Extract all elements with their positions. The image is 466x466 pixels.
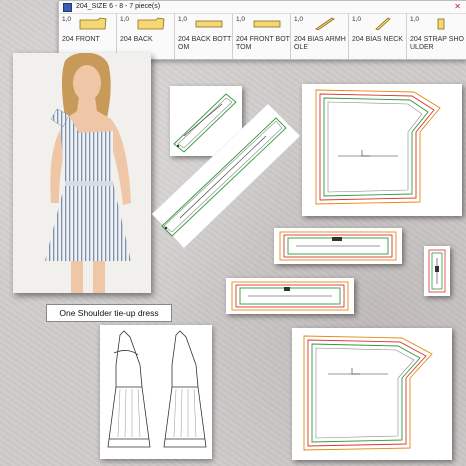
piece-cell-front-bottom[interactable]: 1,0 204 FRONT BOT TOM: [233, 14, 291, 59]
app-icon: [63, 2, 72, 12]
dress-caption: One Shoulder tie-up dress: [46, 304, 172, 322]
window-title-bar: 204_SIZE 6 - 8 - 7 piece(s) ✕: [59, 1, 466, 14]
piece-qty: 1,0: [236, 16, 246, 23]
piece-qty: 1,0: [410, 16, 420, 23]
piece-name: 204 BIAS NECK: [352, 36, 403, 43]
technical-flat-sketch: [100, 325, 212, 459]
piece-qty: 1,0: [120, 16, 130, 23]
piece-cell-back-bottom[interactable]: 1,0 204 BACK BOTT OM: [175, 14, 233, 59]
back-bottom-pattern-card: [274, 228, 402, 264]
piece-name: 204 BACK: [120, 36, 153, 43]
piece-qty: 1,0: [352, 16, 362, 23]
dress-flats: [107, 330, 207, 448]
piece-qty: 1,0: [62, 16, 72, 23]
piece-name: 204 FRONT BOT TOM: [236, 36, 290, 51]
back-bottom-thumbnail: [195, 20, 223, 28]
front-bottom-thumbnail: [253, 20, 281, 28]
strap-shoulder-thumbnail: [437, 18, 445, 30]
piece-name: 204 BIAS ARMH OLE: [294, 36, 346, 51]
back-pattern-card: [292, 328, 452, 460]
piece-name: 204 STRAP SHO ULDER: [410, 36, 464, 51]
back-bottom-pattern: [279, 231, 397, 261]
front-piece-thumbnail: [79, 17, 107, 30]
dress-photo-illustration: [13, 53, 151, 293]
piece-name: 204 BACK BOTT OM: [178, 36, 232, 51]
window-title: 204_SIZE 6 - 8 - 7 piece(s): [76, 3, 161, 10]
piece-cell-strap-shoulder[interactable]: 1,0 204 STRAP SHO ULDER: [407, 14, 465, 59]
front-bottom-pattern-card: [226, 278, 354, 314]
pattern-pieces-window: 204_SIZE 6 - 8 - 7 piece(s) ✕ 1,0 204 FR…: [58, 0, 466, 60]
back-piece-thumbnail: [137, 17, 165, 30]
piece-qty: 1,0: [294, 16, 304, 23]
strap-shoulder-pattern-card: [424, 246, 450, 296]
piece-cell-bias-neck[interactable]: 1,0 204 BIAS NECK: [349, 14, 407, 59]
front-pattern: [315, 89, 441, 205]
model-photo: [13, 53, 151, 293]
piece-cell-bias-armhole[interactable]: 1,0 204 BIAS ARMH OLE: [291, 14, 349, 59]
bias-armhole-thumbnail: [315, 17, 335, 30]
bias-neck-thumbnail: [375, 17, 391, 30]
strap-shoulder-pattern: [428, 249, 446, 293]
front-bottom-pattern: [231, 281, 349, 311]
back-pattern: [303, 335, 433, 451]
piece-qty: 1,0: [178, 16, 188, 23]
piece-name: 204 FRONT: [62, 36, 100, 43]
close-icon[interactable]: ✕: [454, 1, 461, 13]
front-pattern-card: [302, 84, 462, 216]
